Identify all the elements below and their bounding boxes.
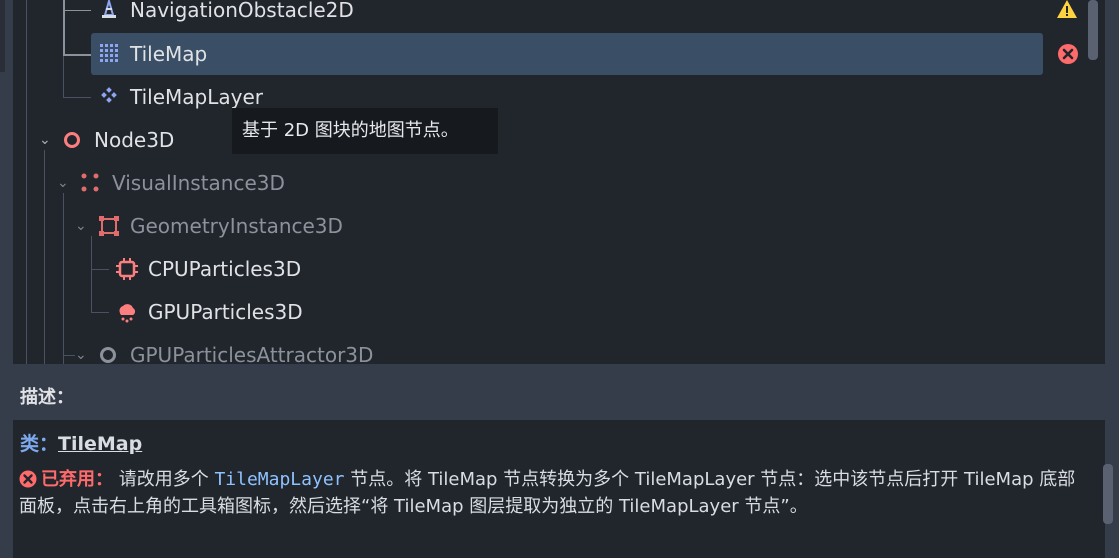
tree-item-label: VisualInstance3D <box>112 171 285 195</box>
deprecation-text-before: 请改用多个 <box>113 469 215 490</box>
particles-attractor-icon <box>100 347 116 363</box>
node3d-circle-icon <box>64 132 80 148</box>
tilemap-grid-icon <box>100 44 118 62</box>
scrollbar-thumb[interactable] <box>1103 464 1113 524</box>
class-line: 类：TileMap <box>20 429 142 456</box>
cpu-particles-icon <box>116 258 138 280</box>
warning-icon[interactable] <box>1056 0 1078 19</box>
tree-item-node3d[interactable]: ⌄ Node3D <box>13 119 1043 161</box>
chevron-down-icon[interactable]: ⌄ <box>75 348 87 362</box>
description-scrollbar[interactable] <box>1103 464 1113 554</box>
class-prefix: 类： <box>20 433 59 455</box>
class-link[interactable]: TileMap <box>58 433 142 455</box>
tilemap-layer-icon <box>101 87 117 103</box>
tree-item-label: GPUParticles3D <box>148 300 303 324</box>
gpu-particles-icon <box>119 304 136 323</box>
description-title: 描述： <box>20 387 74 408</box>
tree-item-tilemap[interactable]: TileMap <box>91 33 1043 75</box>
deprecated-label: 已弃用： <box>41 469 113 490</box>
tree-item-visual-instance-3d[interactable]: ⌄ VisualInstance3D <box>13 162 1043 204</box>
chevron-down-icon[interactable]: ⌄ <box>57 176 69 190</box>
tree-item-label: GPUParticlesAttractor3D <box>130 343 374 364</box>
chevron-down-icon[interactable]: ⌄ <box>39 133 51 147</box>
chevron-down-icon[interactable]: ⌄ <box>75 219 87 233</box>
error-icon <box>19 470 37 488</box>
tree-item-gpu-particles-3d[interactable]: GPUParticles3D <box>13 291 1043 333</box>
description-panel[interactable]: 类：TileMap 已弃用： 请改用多个 TileMapLayer 节点。将 T… <box>13 420 1113 558</box>
gutter-bar <box>0 0 5 72</box>
tree-guide-line <box>63 54 91 56</box>
error-icon[interactable] <box>1057 43 1079 65</box>
tree-item-cpu-particles-3d[interactable]: CPUParticles3D <box>13 248 1043 290</box>
tree-item-label: NavigationObstacle2D <box>130 0 354 22</box>
deprecation-text: 已弃用： 请改用多个 TileMapLayer 节点。将 TileMap 节点转… <box>19 466 1079 520</box>
tree-item-navigation-obstacle-2d[interactable]: NavigationObstacle2D <box>13 0 1077 31</box>
tree-scrollbar[interactable] <box>1088 0 1098 364</box>
code-link[interactable]: TileMapLayer <box>214 469 344 490</box>
tree-item-tilemap-layer[interactable]: TileMapLayer <box>13 76 1043 118</box>
visual-instance-icon <box>81 173 99 192</box>
geometry-instance-icon <box>99 216 119 236</box>
node-class-tree[interactable]: NavigationObstacle2D TileMap TileMapLaye… <box>13 0 1105 364</box>
tree-item-label: Node3D <box>94 128 175 152</box>
navigation-obstacle-icon <box>102 0 116 18</box>
tree-item-geometry-instance-3d[interactable]: ⌄ GeometryInstance3D <box>13 205 1043 247</box>
left-gutter <box>0 0 13 365</box>
tree-item-label: TileMap <box>130 42 208 66</box>
tree-item-label: CPUParticles3D <box>148 257 302 281</box>
tooltip: 基于 2D 图块的地图节点。 <box>232 108 498 154</box>
tree-item-gpu-particles-attractor-3d[interactable]: ⌄ GPUParticlesAttractor3D <box>13 334 1043 364</box>
scrollbar-thumb[interactable] <box>1088 0 1098 60</box>
tree-item-label: GeometryInstance3D <box>130 214 343 238</box>
